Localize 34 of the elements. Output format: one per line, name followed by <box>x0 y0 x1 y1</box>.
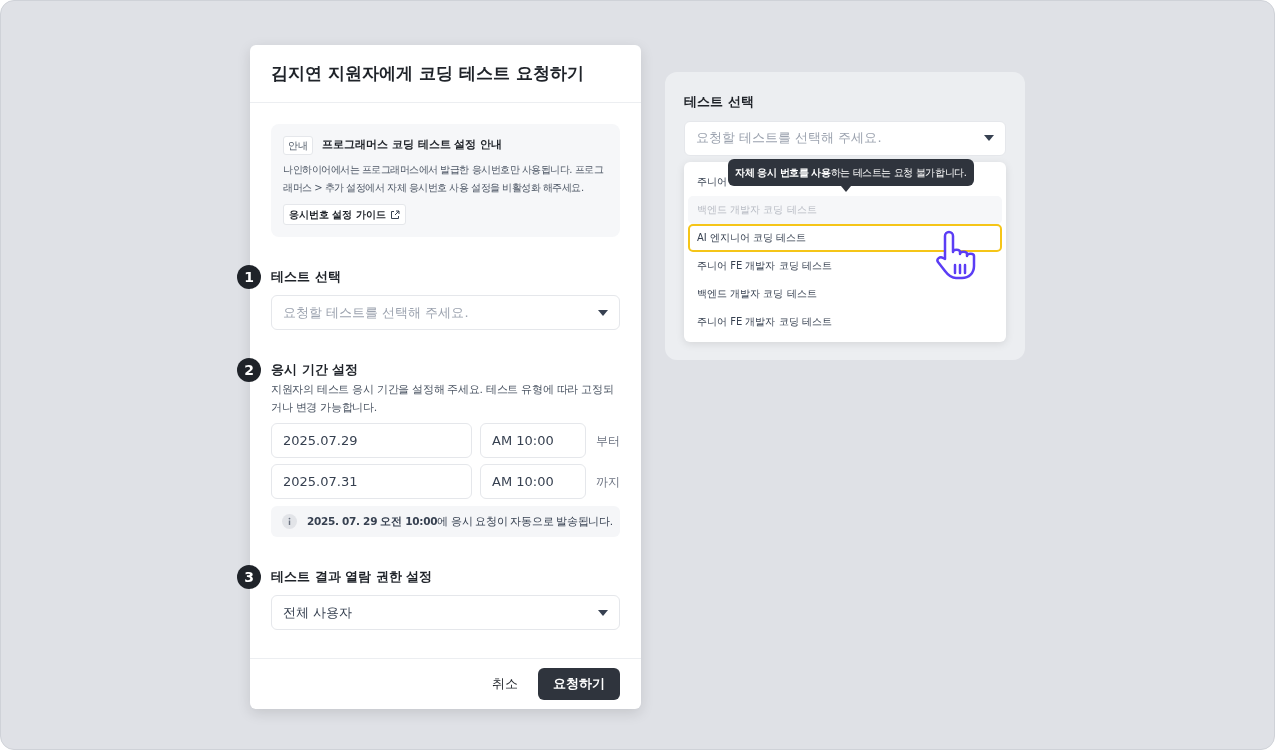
time-field[interactable]: AM 10:00 <box>480 423 586 458</box>
dropdown-option[interactable]: 백엔드 개발자 코딩 테스트 <box>688 279 1002 308</box>
caret-icon <box>598 309 608 316</box>
caret-icon <box>598 609 608 616</box>
info-icon <box>282 514 297 529</box>
dropdown-option[interactable]: AI 엔지니어 코딩 테스트 <box>688 223 1002 252</box>
external-link-icon <box>389 209 400 220</box>
step-number-badge: 2 <box>237 358 261 382</box>
dropdown-option[interactable]: 주니어 FE 개발자 코딩 테스트 <box>688 307 1002 336</box>
caret-icon <box>984 135 994 141</box>
dropdown-option[interactable]: 주니어 FE 개발자 코딩 테스트 <box>688 251 1002 280</box>
section-title: 테스트 선택 <box>271 268 342 286</box>
range-label: 까지 <box>596 473 620 491</box>
tooltip: 자체 응시 번호를 사용하는 테스트는 요청 불가합니다. <box>728 158 974 186</box>
date-field[interactable]: 2025.07.31 <box>271 464 472 499</box>
notice-tag: 안내 <box>283 136 313 155</box>
select-field[interactable]: 전체 사용자 <box>271 595 620 630</box>
range-label: 부터 <box>596 432 620 450</box>
dialog-title: 김지연 지원자에게 코딩 테스트 요청하기 <box>271 61 584 85</box>
section-title: 응시 기간 설정 <box>271 361 360 379</box>
date-field[interactable]: 2025.07.29 <box>271 423 472 458</box>
tooltip-pointer <box>841 185 851 192</box>
guide-link[interactable]: 응시번호 설정 가이드 <box>283 204 406 225</box>
schedule-notice: 2025. 07. 29 오전 10:00에 응시 요청이 자동으로 발송됩니다. <box>307 513 613 529</box>
notice-title: 프로그래머스 코딩 테스트 설정 안내 <box>322 137 503 154</box>
section-title: 테스트 결과 열람 권한 설정 <box>271 568 434 586</box>
step-number-badge: 3 <box>237 565 261 589</box>
field-label: 테스트 선택 <box>684 93 755 111</box>
cancel-button[interactable]: 취소 <box>492 674 518 694</box>
time-field[interactable]: AM 10:00 <box>480 464 586 499</box>
section-description: 지원자의 테스트 응시 기간을 설정해 주세요. 테스트 유형에 따라 고정되거나 변경 가능합니다. <box>271 382 615 416</box>
step-number-badge: 1 <box>237 265 261 289</box>
notice-text: 나인하이어에서는 프로그래머스에서 발급한 응시번호만 사용됩니다. 프로그래머스 > 추가 설정에서 자체 응시번호 사용 설정을 비활성화 해주세요. <box>283 163 605 195</box>
submit-button[interactable]: 요청하기 <box>538 668 620 700</box>
